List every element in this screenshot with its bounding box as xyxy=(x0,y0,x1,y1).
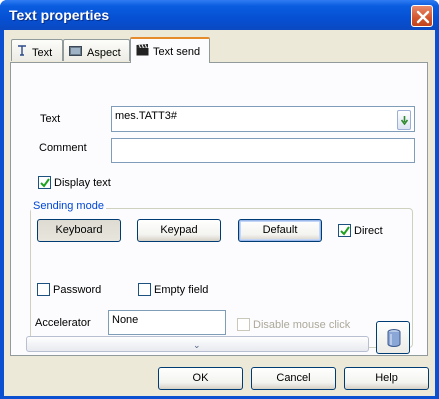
text-variable-picker-button[interactable] xyxy=(397,110,411,130)
dialog-window: Text properties Text Aspect Text send Te… xyxy=(0,0,439,399)
ok-button[interactable]: OK xyxy=(158,367,243,390)
tab-text-send-label: Text send xyxy=(153,46,201,58)
cylinder-device-icon xyxy=(387,329,401,347)
default-button[interactable]: Default xyxy=(238,219,322,242)
variable-arrow-icon xyxy=(401,116,408,125)
accelerator-input[interactable]: None xyxy=(108,310,226,335)
sending-mode-title: Sending mode xyxy=(31,200,106,212)
text-input[interactable]: mes.TATT3# xyxy=(111,106,415,132)
tab-aspect-label: Aspect xyxy=(87,47,121,59)
comment-input[interactable] xyxy=(111,138,415,163)
direct-label: Direct xyxy=(354,225,383,237)
cancel-button[interactable]: Cancel xyxy=(251,367,336,390)
horizontal-scrollbar[interactable]: ⌄ xyxy=(26,336,369,352)
checkmark-icon xyxy=(340,226,350,236)
disable-mouse-click-label: Disable mouse click xyxy=(253,319,351,331)
title-bar[interactable]: Text properties xyxy=(0,0,439,30)
cancel-button-label: Cancel xyxy=(276,372,311,384)
accelerator-input-value: None xyxy=(112,314,139,326)
text-field-label: Text xyxy=(40,113,61,125)
empty-field-label: Empty field xyxy=(154,284,209,296)
close-button[interactable] xyxy=(411,5,433,27)
aspect-image-icon xyxy=(69,46,82,56)
clapperboard-icon xyxy=(136,44,149,56)
window-title: Text properties xyxy=(9,7,110,23)
comment-field-label: Comment xyxy=(39,142,87,154)
ok-button-label: OK xyxy=(192,372,209,384)
default-button-label: Default xyxy=(262,224,298,236)
text-tool-icon xyxy=(18,45,26,56)
checkmark-icon xyxy=(40,178,50,188)
keypad-button[interactable]: Keypad xyxy=(137,219,221,242)
device-settings-button[interactable] xyxy=(376,321,410,354)
tab-text[interactable]: Text xyxy=(11,39,63,61)
keypad-button-label: Keypad xyxy=(160,224,198,236)
close-icon xyxy=(416,10,430,24)
keyboard-button[interactable]: Keyboard xyxy=(37,219,121,242)
tab-aspect[interactable]: Aspect xyxy=(63,39,130,61)
keyboard-button-label: Keyboard xyxy=(55,224,103,236)
accelerator-label: Accelerator xyxy=(35,317,91,329)
display-text-label: Display text xyxy=(54,177,111,189)
password-label: Password xyxy=(53,284,102,296)
direct-checkbox[interactable] xyxy=(338,224,351,237)
help-button[interactable]: Help xyxy=(344,367,429,390)
scroll-grip-icon: ⌄ xyxy=(193,340,201,350)
help-button-label: Help xyxy=(375,372,398,384)
display-text-checkbox[interactable] xyxy=(38,176,51,189)
tab-text-label: Text xyxy=(32,47,53,59)
text-input-value: mes.TATT3# xyxy=(115,110,177,122)
password-checkbox[interactable] xyxy=(37,283,50,296)
disable-mouse-click-checkbox[interactable] xyxy=(237,318,250,331)
empty-field-checkbox[interactable] xyxy=(138,283,151,296)
tab-text-send[interactable]: Text send xyxy=(130,37,210,63)
